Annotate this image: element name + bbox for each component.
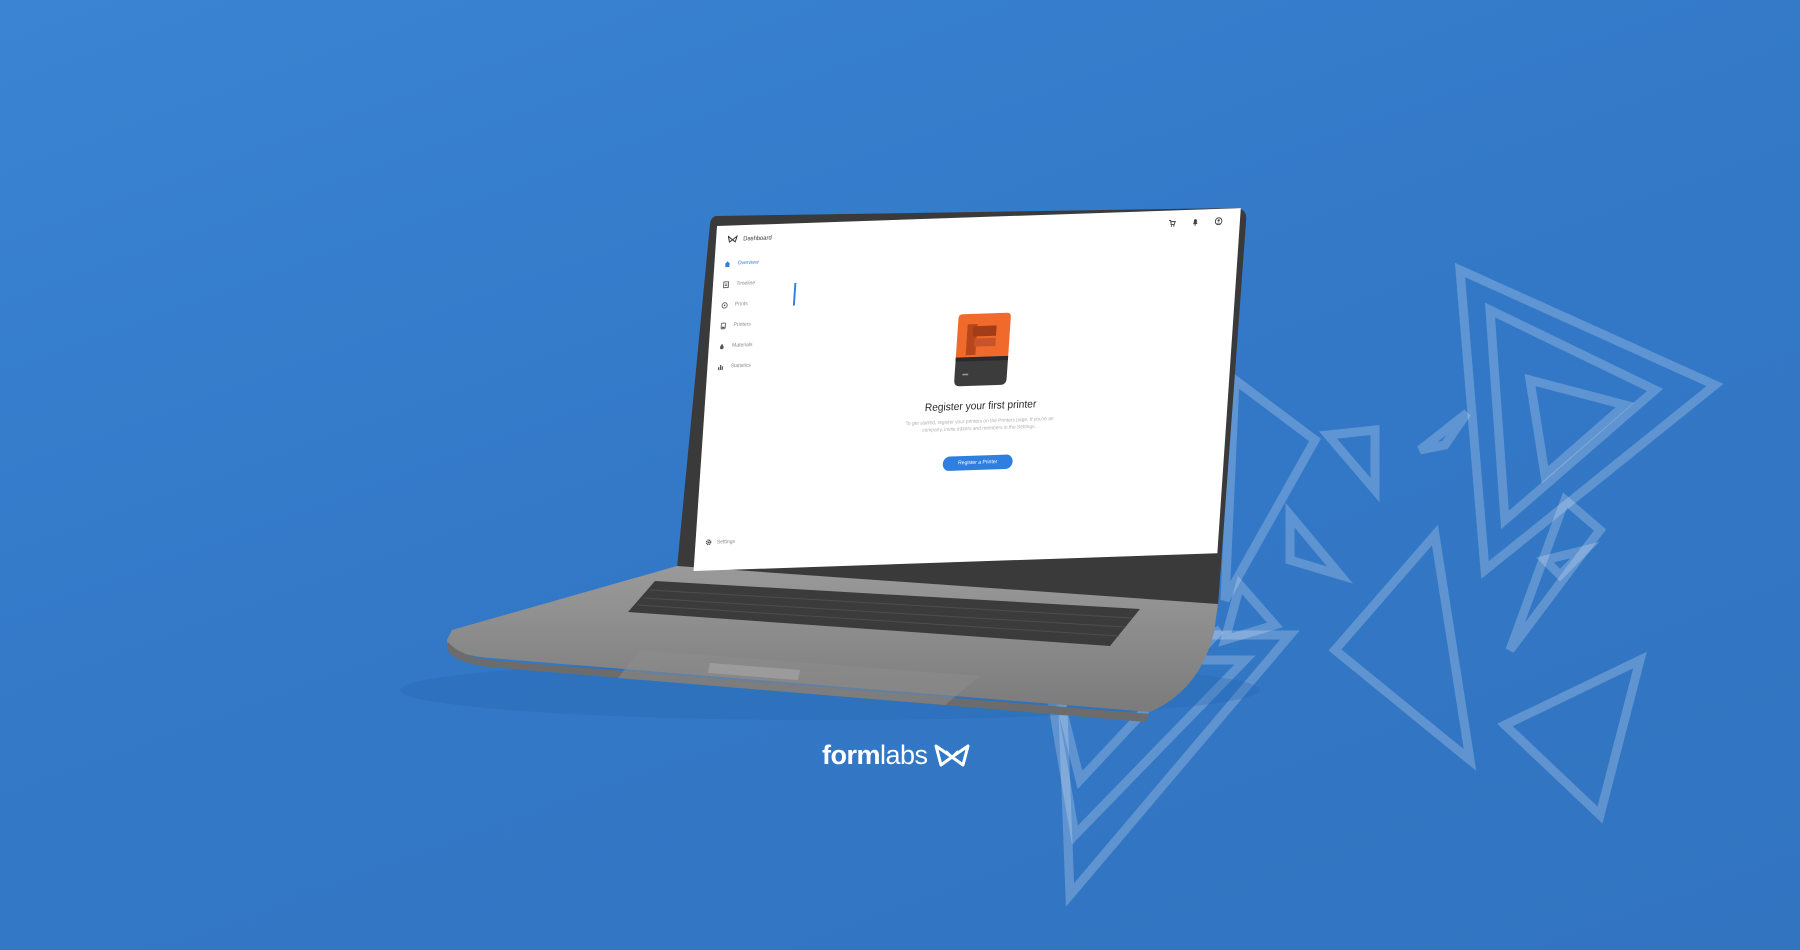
sidebar-item-label: Overview xyxy=(737,259,759,267)
cart-icon[interactable] xyxy=(1168,219,1176,228)
sidebar-item-overview[interactable]: Overview xyxy=(724,255,760,271)
formlabs-butterfly-icon xyxy=(934,744,970,766)
printer-icon xyxy=(720,322,726,329)
prints-icon xyxy=(721,301,728,309)
logo-wordmark-bold: form xyxy=(822,740,881,770)
sidebar-item-label: Prints xyxy=(734,300,748,308)
app-screen: Dashboard Overview Timeline Prints Print… xyxy=(693,208,1241,572)
gear-icon xyxy=(705,539,712,546)
sidebar-item-prints[interactable]: Prints xyxy=(721,297,748,312)
sidebar-item-printers[interactable]: Printers xyxy=(719,317,751,332)
active-indicator xyxy=(792,282,796,306)
empty-state-description: To get started, register your printers o… xyxy=(905,415,1054,434)
logo-wordmark: formlabs xyxy=(822,740,928,771)
formlabs-logo: formlabs xyxy=(822,740,970,771)
sidebar-item-settings[interactable]: Settings xyxy=(705,538,735,546)
empty-state-title: Register your first printer xyxy=(924,398,1037,415)
account-icon[interactable] xyxy=(1214,217,1223,226)
dashboard-brand[interactable]: Dashboard xyxy=(727,233,772,244)
logo-wordmark-light: labs xyxy=(880,740,928,770)
home-icon xyxy=(724,260,731,267)
settings-label: Settings xyxy=(716,538,736,546)
formlabs-butterfly-icon xyxy=(727,234,738,243)
sidebar-item-label: Printers xyxy=(733,321,752,329)
sidebar-item-statistics[interactable]: Statistics xyxy=(717,358,752,374)
timeline-icon xyxy=(723,280,730,288)
sidebar-item-label: Materials xyxy=(731,341,753,349)
bell-icon[interactable] xyxy=(1191,218,1199,227)
sidebar-item-timeline[interactable]: Timeline xyxy=(722,276,755,292)
form3-printer-illustration xyxy=(954,312,1011,387)
bar-chart-icon xyxy=(717,364,724,370)
resin-drop-icon xyxy=(719,343,724,349)
sidebar-item-label: Timeline xyxy=(736,280,756,288)
app-title: Dashboard xyxy=(743,234,772,243)
sidebar-item-materials[interactable]: Materials xyxy=(718,338,753,354)
register-printer-button[interactable]: Register a Printer xyxy=(942,454,1014,472)
sidebar-item-label: Statistics xyxy=(730,362,752,370)
